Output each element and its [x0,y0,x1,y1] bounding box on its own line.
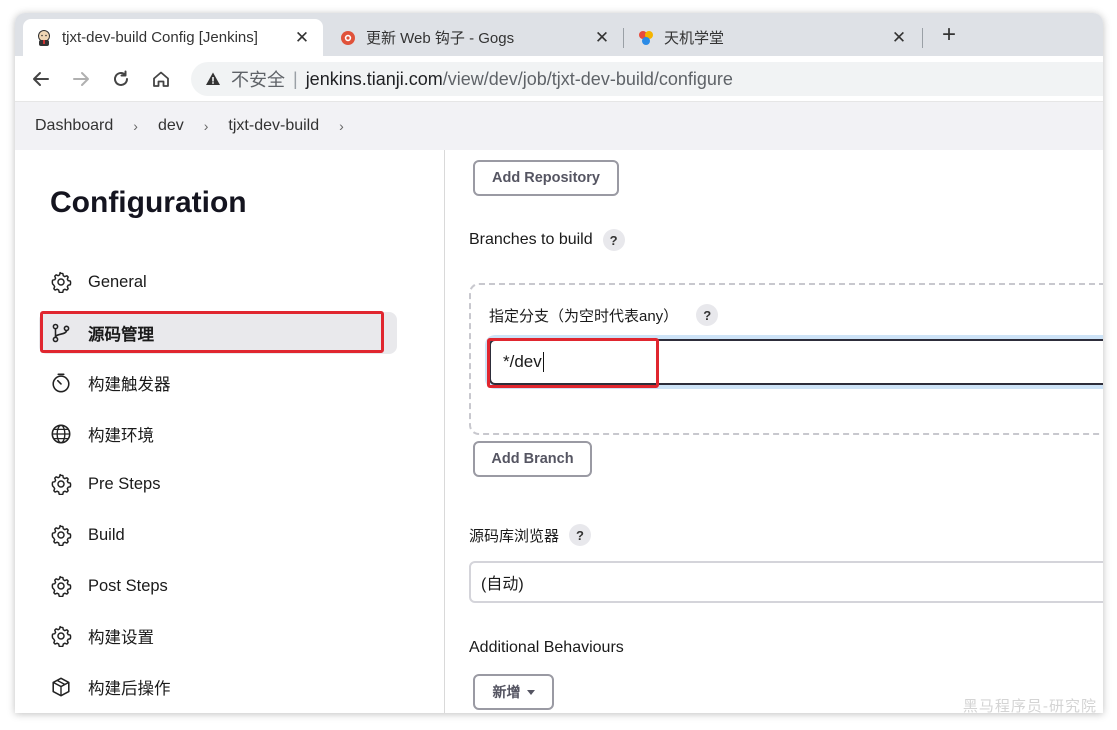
sidebar-item-label: 构建后操作 [88,680,171,698]
help-icon[interactable]: ? [602,229,625,251]
globe-icon [49,422,73,446]
tianji-logo-icon [637,29,655,47]
sidebar-item-label: Build [88,525,125,544]
tab-jenkins-config[interactable]: tjxt-dev-build Config [Jenkins] ✕ [23,19,323,56]
chevron-right-icon[interactable]: › [339,118,344,134]
tab-title: tjxt-dev-build Config [Jenkins] [62,29,258,46]
repo-browser-text: 源码库浏览器 [469,527,560,545]
package-icon [49,675,73,699]
watermark: 黑马程序员-研究院 [962,697,1097,715]
repo-browser-label: 源码库浏览器 ? [469,523,592,547]
branches-to-build-label: Branches to build ? [469,228,625,252]
security-status[interactable]: 不安全 [231,66,285,92]
address-bar[interactable]: 不安全 | jenkins.tianji.com/view/dev/job/tj… [191,62,1103,96]
chevron-right-icon[interactable]: › [133,118,138,134]
help-icon[interactable]: ? [696,304,719,326]
tab-tianji[interactable]: 天机学堂 ✕ [625,19,920,56]
caret-down-icon [526,689,535,695]
add-behaviour-dropdown[interactable]: 新增 [473,674,554,710]
home-icon[interactable] [147,65,175,93]
warning-icon [205,71,221,87]
gear-icon [49,624,73,648]
reload-icon[interactable] [107,65,135,93]
branches-to-build-text: Branches to build [469,231,593,248]
url-path: /view/dev/job/tjxt-dev-build/configure [442,68,733,89]
config-main: Add Repository Branches to build ? 指定分支（… [446,150,1103,713]
tab-title: 更新 Web 钩子 - Gogs [366,30,515,47]
sidebar-item-label: Pre Steps [88,474,161,493]
branch-specifier-label: 指定分支（为空时代表any） ? [489,303,719,327]
tab-separator [922,28,923,48]
sidebar-item-label: 构建触发器 [88,376,171,394]
repo-browser-select[interactable]: (自动) [469,561,1103,603]
page-title: Configuration [50,186,247,219]
additional-behaviours-label: Additional Behaviours [469,636,624,660]
help-icon[interactable]: ? [569,524,592,546]
address-separator: | [293,68,298,89]
sidebar-item-label: General [88,272,147,291]
gear-icon [49,523,73,547]
chevron-right-icon[interactable]: › [204,118,209,134]
branch-specifier-text: 指定分支（为空时代表any） [489,307,679,325]
breadcrumb-dev[interactable]: dev [158,117,184,135]
add-branch-button[interactable]: Add Branch [473,441,592,477]
tab-gogs-webhook[interactable]: 更新 Web 钩子 - Gogs ✕ [327,19,623,56]
browser-toolbar: 不安全 | jenkins.tianji.com/view/dev/job/tj… [15,56,1103,102]
breadcrumb: Dashboard › dev › tjxt-dev-build › [15,102,1103,150]
gear-icon [49,270,73,294]
sidebar-item-build-environment[interactable]: 构建环境 [39,413,397,455]
close-icon[interactable]: ✕ [593,28,611,48]
url-host: jenkins.tianji.com [305,68,443,89]
new-tab-button[interactable]: + [934,21,964,51]
gear-icon [49,472,73,496]
jenkins-butler-icon [35,29,53,47]
sidebar-item-label: 构建设置 [88,629,154,647]
sidebar-item-label: 构建环境 [88,427,154,445]
tab-separator [623,28,624,48]
close-icon[interactable]: ✕ [293,28,311,48]
back-icon[interactable] [27,65,55,93]
additional-behaviours-text: Additional Behaviours [469,639,624,656]
browser-window: tjxt-dev-build Config [Jenkins] ✕ 更新 Web… [15,13,1103,713]
highlight-box-source-code [40,311,384,353]
sidebar-item-build[interactable]: Build [39,514,397,556]
sidebar-item-post-build-actions[interactable]: 构建后操作 [39,666,397,708]
sidebar-item-general[interactable]: General [39,261,397,303]
add-behaviour-label: 新增 [492,684,521,700]
forward-icon[interactable] [67,65,95,93]
repo-browser-value: (自动) [481,576,524,593]
timer-icon [49,371,73,395]
breadcrumb-dashboard[interactable]: Dashboard [35,117,113,135]
highlight-box-branch-input [487,338,659,388]
sidebar-item-label: Post Steps [88,576,168,595]
sidebar-item-build-triggers[interactable]: 构建触发器 [39,362,397,404]
gogs-icon [339,29,357,47]
sidebar-item-pre-steps[interactable]: Pre Steps [39,463,397,505]
gear-icon [49,574,73,598]
tab-strip: tjxt-dev-build Config [Jenkins] ✕ 更新 Web… [15,13,1103,56]
breadcrumb-job[interactable]: tjxt-dev-build [228,117,319,135]
sidebar-item-build-settings[interactable]: 构建设置 [39,615,397,657]
config-sidebar: Configuration General 源码管理 构建触发器 构建环境 Pr… [15,150,445,713]
add-repository-button[interactable]: Add Repository [473,160,619,196]
tab-title: 天机学堂 [664,30,725,47]
sidebar-item-post-steps[interactable]: Post Steps [39,565,397,607]
close-icon[interactable]: ✕ [890,28,908,48]
